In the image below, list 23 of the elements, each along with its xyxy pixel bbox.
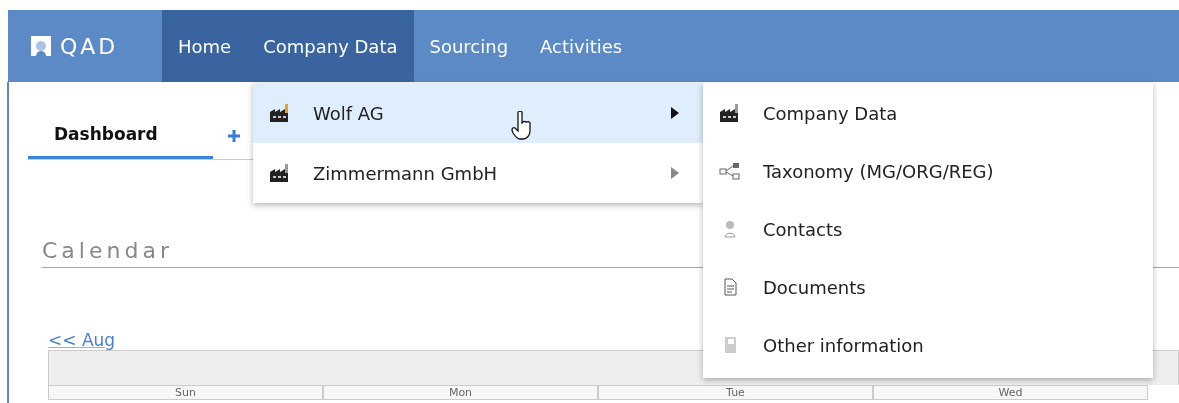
factory-icon — [269, 164, 291, 182]
hand-cursor-icon — [511, 111, 533, 141]
weekday-header: Mon — [323, 385, 598, 400]
weekday-header: Sun — [48, 385, 323, 400]
nav-item[interactable]: Company Data — [247, 10, 414, 82]
menu-item[interactable]: Wolf AG — [253, 83, 703, 143]
submenu-item[interactable]: Company Data — [703, 84, 1153, 142]
weekday-header: Wed — [873, 385, 1148, 400]
add-tab-icon[interactable] — [227, 128, 241, 143]
nav-item[interactable]: Sourcing — [413, 10, 525, 82]
tab[interactable]: Dashboard — [28, 112, 213, 159]
previous-month-link[interactable]: << Aug — [48, 330, 128, 350]
factory-icon — [719, 104, 741, 122]
submenu-item[interactable]: Taxonomy (MG/ORG/REG) — [703, 142, 1153, 200]
brand-name: QAD — [60, 33, 119, 59]
weekday-header: Tue — [598, 385, 873, 400]
nav-item[interactable]: Home — [162, 10, 248, 82]
logo-icon — [28, 34, 54, 58]
nav-item[interactable]: Activities — [524, 10, 639, 82]
submenu-item[interactable]: Other information — [703, 316, 1153, 374]
hierarchy-icon — [719, 162, 741, 180]
menu-item[interactable]: Zimmermann GmbH — [253, 143, 703, 203]
factory-icon — [269, 104, 291, 122]
